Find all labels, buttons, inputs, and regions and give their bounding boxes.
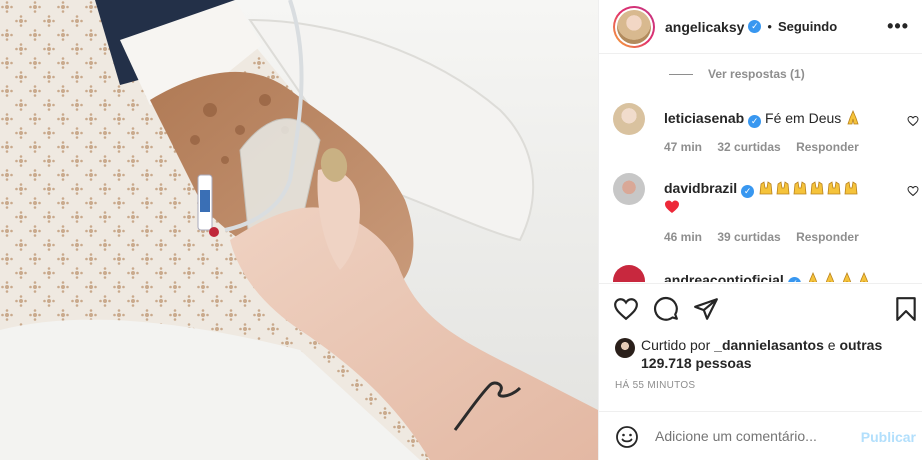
view-replies-label: Ver respostas (1) [708,67,805,81]
more-options-icon[interactable]: ••• [887,17,909,35]
share-icon[interactable] [693,296,719,322]
comment-likes-count[interactable]: 32 curtidas [717,140,780,154]
commenter-avatar[interactable] [613,103,645,135]
raised-hands-icon [810,181,824,195]
author-username[interactable]: angelicaksy [665,19,744,35]
follow-status-button[interactable]: Seguindo [778,19,837,34]
post-action-bar [599,283,922,331]
comment-text: Fé em Deus [765,110,842,126]
add-comment-bar: Publicar [599,411,922,460]
liker-username[interactable]: _dannielasantos [714,337,824,353]
bookmark-icon[interactable] [893,296,919,322]
likes-joiner: e [827,337,836,353]
commenter-username[interactable]: davidbrazil [664,180,737,196]
header-separator: • [767,19,772,34]
comments-list: Ver respostas (1) leticiasenab ✓ Fé em De… [599,55,922,282]
commenter-username[interactable]: leticiasenab [664,110,744,126]
commenter-avatar[interactable] [613,265,645,282]
heart-icon[interactable] [613,296,639,322]
view-replies-button[interactable]: Ver respostas (1) [669,67,805,81]
red-heart-icon [665,200,679,213]
praying-hands-icon [842,272,851,282]
commenter-username[interactable]: andreacontioficial [664,272,784,282]
likes-text: Curtido por _dannielasantos e outras 129… [641,336,911,372]
comment-time: 47 min [664,140,703,154]
raised-hands-icon [776,181,790,195]
raised-hands-icon [827,181,841,195]
emoji-picker-icon[interactable] [615,425,639,449]
verified-badge-icon: ✓ [741,185,755,198]
comment-text-block: leticiasenab ✓ Fé em Deus [664,109,894,128]
likes-prefix: Curtido por [641,337,711,353]
liker-avatar[interactable] [615,338,635,358]
verified-badge-icon: ✓ [748,20,762,33]
post-timestamp[interactable]: HÁ 55 MINUTOS [615,380,695,391]
raised-hands-icon [844,181,858,195]
like-comment-heart-icon[interactable] [907,185,919,197]
replies-divider [669,73,693,75]
reply-button[interactable]: Responder [796,230,859,244]
raised-hands-icon [759,181,773,195]
praying-hands-icon [825,272,834,282]
post-photo-illustration [0,0,598,460]
comment-input[interactable] [655,428,845,444]
like-comment-heart-icon[interactable] [907,115,919,127]
verified-badge-icon: ✓ [787,277,801,282]
praying-hands-icon [808,272,817,282]
reply-button[interactable]: Responder [796,140,859,154]
praying-hands-icon [859,272,868,282]
comment-time: 46 min [664,230,703,244]
comment-text-block: andreacontioficial✓ [664,271,894,282]
publish-button[interactable]: Publicar [861,429,916,445]
raised-hands-icon [793,181,807,195]
praying-hands-icon [847,110,859,125]
commenter-avatar[interactable] [613,173,645,205]
post-side-panel: angelicaksy ✓ • Seguindo ••• Ver respost… [598,0,922,460]
comment-likes-count[interactable]: 39 curtidas [717,230,780,244]
comment-icon[interactable] [653,296,679,322]
post-photo[interactable] [0,0,598,460]
comment-text-block: davidbrazil ✓ [664,179,894,216]
verified-badge-icon: ✓ [748,115,762,128]
post-header: angelicaksy ✓ • Seguindo ••• [599,0,922,54]
comment-meta: 47 min 32 curtidas Responder [664,140,871,154]
comment-meta: 46 min 39 curtidas Responder [664,230,871,244]
author-avatar[interactable] [613,5,655,48]
